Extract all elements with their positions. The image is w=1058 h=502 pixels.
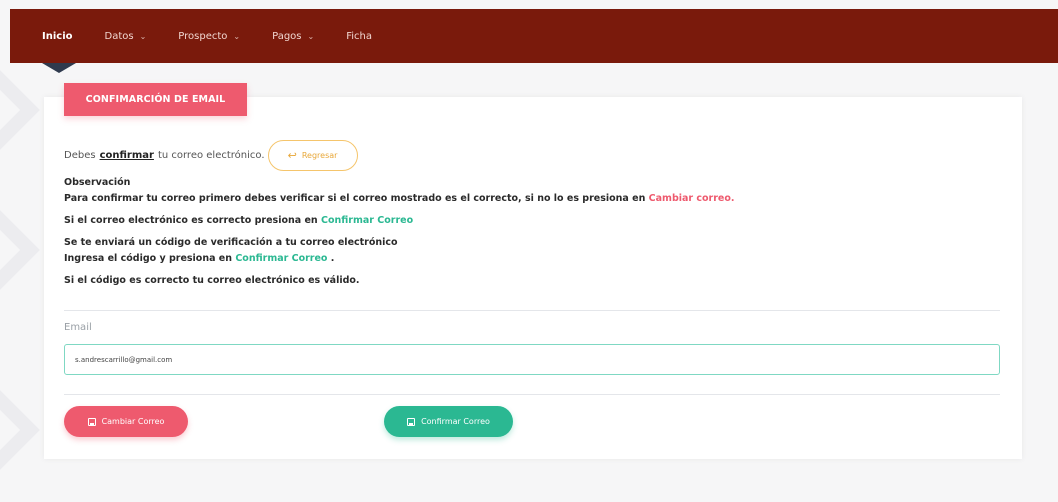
observation-line: Para confirmar tu correo primero debes v… [64,191,994,207]
divider [64,394,1000,395]
card-title: CONFIMARCIÓN DE EMAIL [64,83,247,116]
chevron-down-icon: ⌄ [307,31,315,41]
nav-item-datos[interactable]: Datos ⌄ [105,31,147,42]
change-email-label: Cambiar Correo [101,417,165,426]
nav-label: Prospecto [178,30,228,42]
nav-item-prospecto[interactable]: Prospecto ⌄ [178,31,240,42]
observation-line: Ingresa el código y presiona en Confirma… [64,251,994,267]
nav-label: Ficha [346,30,372,42]
save-icon [87,417,96,426]
confirm-email-link: Confirmar Correo [320,215,414,226]
nav-label: Datos [104,30,134,42]
confirm-email-link: Confirmar Correo [235,253,328,264]
observation-text: Si el correo electrónico es correcto pre… [64,215,318,226]
observation-line: Si el código es correcto tu correo elect… [64,275,360,286]
top-navbar: Inicio Datos ⌄ Prospecto ⌄ Pagos ⌄ Ficha [10,9,1058,63]
save-icon [407,417,416,426]
observation-line: Se te enviará un código de verificación … [64,237,398,248]
observation-block: Observación Para confirmar tu correo pri… [64,175,994,289]
email-field[interactable] [64,344,1000,375]
observation-text: . [330,253,335,264]
change-email-link: Cambiar correo. [648,193,735,204]
nav-item-ficha[interactable]: Ficha [346,31,372,42]
email-label: Email [64,322,92,333]
reply-arrow-icon: ↩ [287,149,297,162]
active-indicator [42,63,76,73]
chevron-down-icon: ⌄ [233,31,241,41]
confirm-email-label: Confirmar Correo [421,417,490,426]
observation-title: Observación [64,177,131,188]
intro-suffix: tu correo electrónico. [157,150,265,161]
divider [64,310,1000,311]
intro-strong: confirmar [99,150,154,161]
nav-label: Pagos [272,30,302,42]
back-button-label: Regresar [301,151,338,160]
change-email-button[interactable]: Cambiar Correo [64,406,188,437]
chevron-down-icon: ⌄ [139,31,147,41]
confirm-email-button[interactable]: Confirmar Correo [384,406,513,437]
intro-prefix: Debes [64,150,96,161]
observation-text: Para confirmar tu correo primero debes v… [64,193,646,204]
nav-label: Inicio [42,30,73,42]
nav-item-pagos[interactable]: Pagos ⌄ [272,31,314,42]
observation-text: Ingresa el código y presiona en [64,253,233,264]
intro-line: Debes confirmar tu correo electrónico. ↩… [64,140,358,171]
nav-item-inicio[interactable]: Inicio [42,31,73,42]
observation-line: Si el correo electrónico es correcto pre… [64,213,994,229]
back-button[interactable]: ↩ Regresar [267,140,358,171]
